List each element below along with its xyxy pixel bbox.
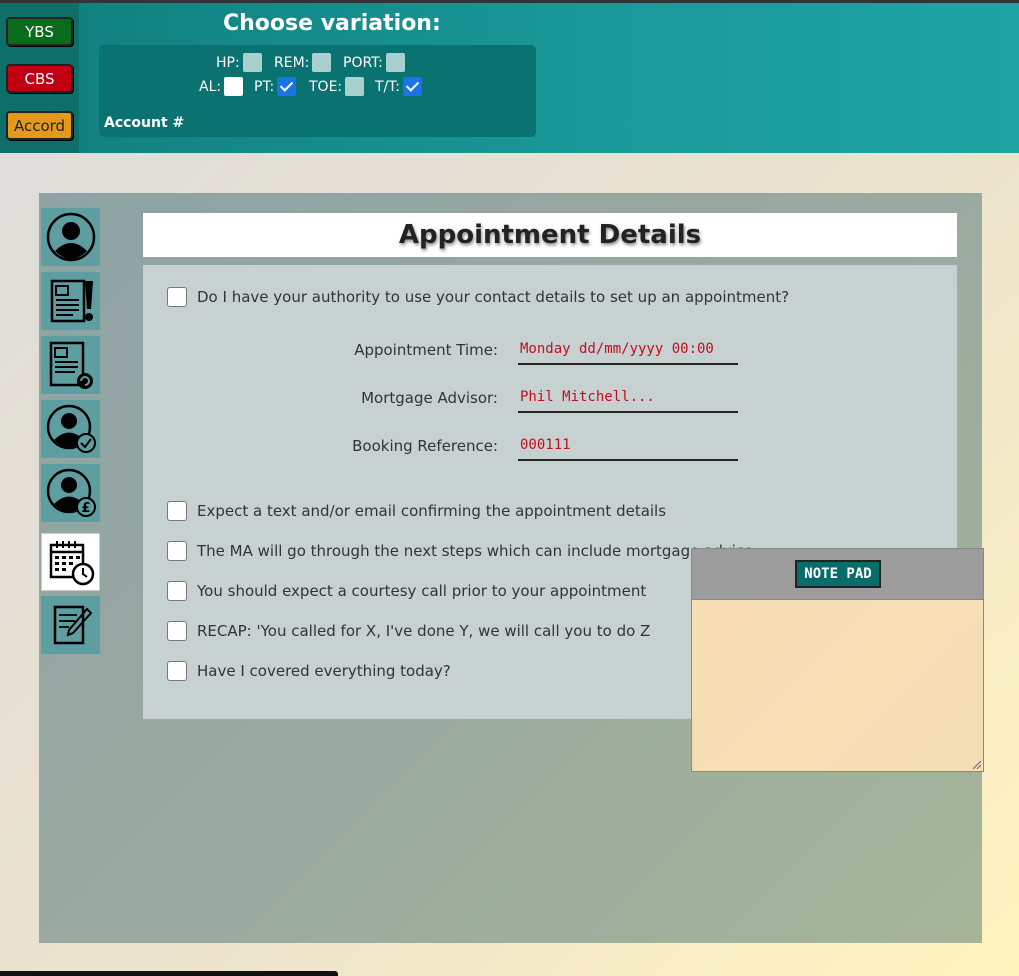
checklist-checkbox[interactable]	[167, 661, 187, 681]
checklist-item[interactable]: RECAP: 'You called for X, I've done Y, w…	[167, 621, 650, 641]
variation-label: T/T:	[375, 78, 400, 95]
checklist-checkbox[interactable]	[167, 541, 187, 561]
checklist-label: Have I covered everything today?	[197, 662, 451, 680]
sidebar-item-person-check[interactable]	[41, 400, 100, 458]
checklist-label: Expect a text and/or email confirming th…	[197, 502, 667, 520]
checklist-checkbox[interactable]	[167, 501, 187, 521]
checklist-item[interactable]: Expect a text and/or email confirming th…	[167, 501, 666, 521]
choose-variation-title: Choose variation:	[223, 11, 441, 36]
appointment-time-row: Appointment Time: Monday dd/mm/yyyy 00:0…	[143, 337, 957, 367]
page-title-bar: Appointment Details	[143, 213, 957, 257]
checklist-item[interactable]: You should expect a courtesy call prior …	[167, 581, 646, 601]
accord-button[interactable]: Accord	[6, 111, 73, 140]
mortgage-advisor-row: Mortgage Advisor: Phil Mitchell...	[143, 385, 957, 415]
authority-question-label: Do I have your authority to use your con…	[197, 288, 790, 306]
variation-label: PT:	[254, 78, 275, 95]
toe-checkbox[interactable]	[345, 77, 365, 96]
variation-rem: REM:	[274, 53, 332, 72]
variation-panel: HP: REM: PORT: AL: PT: TOE: T/T: Account…	[99, 45, 536, 137]
variation-al: AL:	[199, 77, 244, 96]
appointment-time-label: Appointment Time:	[354, 341, 498, 359]
variation-label: TOE:	[309, 78, 343, 95]
document-alert-icon	[50, 279, 93, 323]
variation-port: PORT:	[343, 53, 405, 72]
customer-profile-icon	[46, 212, 95, 262]
variation-label: HP:	[216, 54, 240, 71]
sidebar-item-person-pound[interactable]: £	[41, 464, 100, 522]
rem-checkbox[interactable]	[312, 53, 332, 72]
notepad-button[interactable]: NOTE PAD	[795, 560, 881, 588]
checklist-label: You should expect a courtesy call prior …	[197, 582, 647, 600]
bank-button-strip: YBS CBS Accord	[0, 3, 79, 153]
pt-checkbox[interactable]	[277, 77, 297, 96]
sidebar-item-document-refresh[interactable]	[41, 336, 100, 394]
notes-pen-icon	[53, 605, 92, 645]
checklist-item[interactable]: Have I covered everything today?	[167, 661, 451, 681]
notepad-textarea[interactable]	[692, 599, 983, 771]
variation-label: AL:	[199, 78, 222, 95]
hp-checkbox[interactable]	[242, 53, 262, 72]
variation-pt: PT:	[254, 77, 297, 96]
variation-hp: HP:	[216, 53, 262, 72]
sidebar-item-document-alert[interactable]	[41, 272, 100, 330]
notepad-panel: NOTE PAD	[691, 548, 984, 772]
sidebar-item-notes[interactable]	[41, 596, 100, 654]
variation-label: REM:	[274, 54, 310, 71]
variation-tt: T/T:	[375, 77, 422, 96]
person-pound-icon: £	[46, 468, 96, 517]
variation-toe: TOE:	[309, 77, 365, 96]
mortgage-advisor-input[interactable]: Phil Mitchell...	[518, 387, 738, 413]
resize-grip-icon[interactable]	[971, 759, 981, 769]
page-title: Appointment Details	[398, 220, 702, 250]
checklist-checkbox[interactable]	[167, 581, 187, 601]
al-checkbox[interactable]	[224, 77, 244, 96]
account-number-label: Account #	[104, 115, 185, 131]
authority-question-row[interactable]: Do I have your authority to use your con…	[167, 287, 789, 307]
tt-checkbox[interactable]	[403, 77, 422, 96]
booking-reference-row: Booking Reference: 000111	[143, 433, 957, 463]
header-bar: YBS CBS Accord Choose variation: HP: REM…	[0, 3, 1019, 153]
svg-text:£: £	[81, 501, 90, 516]
port-checkbox[interactable]	[385, 53, 405, 72]
cbs-button[interactable]: CBS	[6, 64, 73, 93]
booking-reference-label: Booking Reference:	[352, 437, 498, 455]
booking-reference-input[interactable]: 000111	[518, 435, 738, 461]
authority-checkbox[interactable]	[167, 287, 187, 307]
appointment-time-input[interactable]: Monday dd/mm/yyyy 00:00	[518, 339, 738, 365]
variation-label: PORT:	[343, 54, 383, 71]
document-refresh-icon	[49, 341, 93, 389]
checklist-checkbox[interactable]	[167, 621, 187, 641]
mortgage-advisor-label: Mortgage Advisor:	[361, 389, 498, 407]
ybs-button[interactable]: YBS	[6, 17, 73, 46]
checklist-label: RECAP: 'You called for X, I've done Y, w…	[197, 622, 651, 640]
sidebar-item-calendar[interactable]	[41, 533, 100, 591]
sidebar-item-customer[interactable]	[41, 208, 100, 266]
calendar-clock-icon	[49, 541, 94, 586]
person-check-icon	[46, 404, 96, 453]
checklist-label: The MA will go through the next steps wh…	[197, 542, 754, 560]
checklist-item[interactable]: The MA will go through the next steps wh…	[167, 541, 753, 561]
horizontal-scrollbar[interactable]	[0, 971, 338, 976]
